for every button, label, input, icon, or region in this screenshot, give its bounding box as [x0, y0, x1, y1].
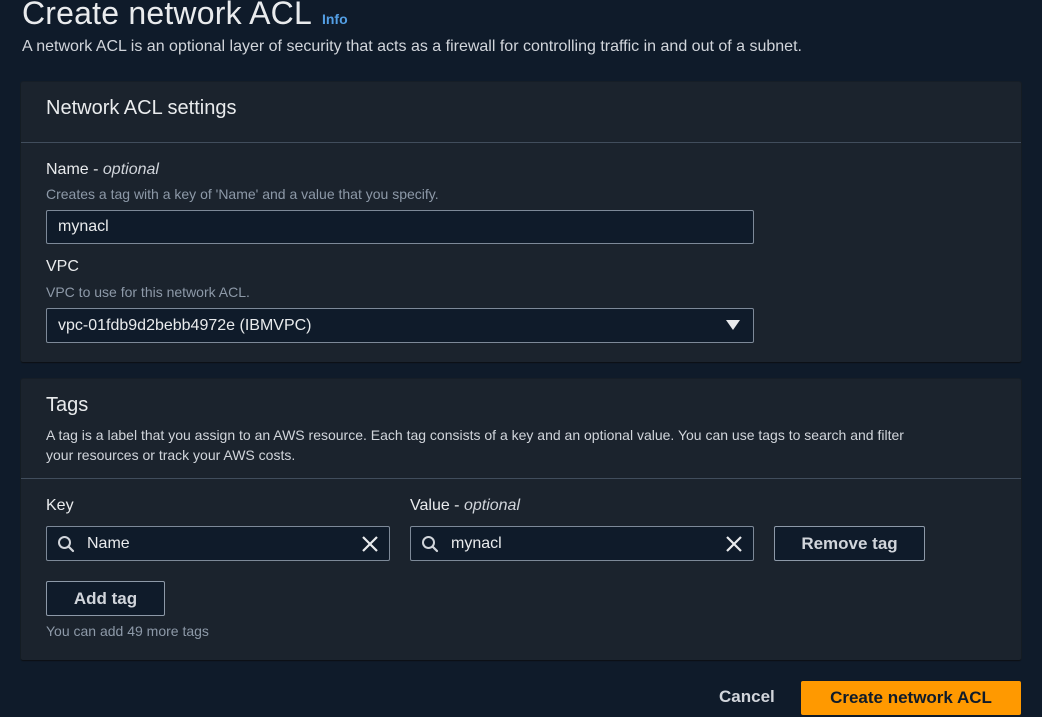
- name-label-text: Name -: [46, 161, 103, 178]
- settings-divider: [21, 142, 1021, 143]
- tags-description-line-1: A tag is a label that you assign to an A…: [46, 427, 904, 443]
- tags-description-line-2: your resources or track your AWS costs.: [46, 447, 296, 463]
- value-label-text: Value -: [410, 497, 464, 514]
- value-optional-text: optional: [463, 497, 520, 514]
- tag-key-input[interactable]: Name: [46, 526, 390, 561]
- page-description: A network ACL is an optional layer of se…: [22, 38, 802, 55]
- page-title: Create network ACL: [22, 0, 312, 31]
- page-header: Create network ACL Info A network ACL is…: [22, 0, 1022, 56]
- name-field-label: Name - optional: [46, 161, 159, 179]
- cancel-button[interactable]: Cancel: [719, 687, 775, 707]
- search-icon: [422, 536, 439, 553]
- create-network-acl-button[interactable]: Create network ACL: [801, 681, 1021, 715]
- info-link[interactable]: Info: [322, 11, 348, 27]
- clear-value-icon[interactable]: [725, 535, 743, 553]
- remove-tag-button[interactable]: Remove tag: [774, 526, 925, 561]
- search-icon: [58, 536, 75, 553]
- tag-value-input[interactable]: mynacl: [410, 526, 754, 561]
- name-input[interactable]: mynacl: [46, 210, 754, 244]
- vpc-select-value: vpc-01fdb9d2bebb4972e (IBMVPC): [58, 316, 312, 334]
- tags-divider: [21, 478, 1021, 479]
- key-column-label: Key: [46, 497, 74, 514]
- tags-description: A tag is a label that you assign to an A…: [46, 425, 904, 465]
- vpc-field-hint: VPC to use for this network ACL.: [46, 284, 250, 300]
- name-input-value: mynacl: [58, 218, 109, 235]
- vpc-field-label: VPC: [46, 258, 79, 275]
- vpc-select[interactable]: vpc-01fdb9d2bebb4972e (IBMVPC): [46, 308, 754, 343]
- caret-down-icon: [726, 320, 740, 330]
- tags-remaining-hint: You can add 49 more tags: [46, 623, 209, 639]
- tag-value-value: mynacl: [451, 534, 502, 552]
- name-field-hint: Creates a tag with a key of 'Name' and a…: [46, 186, 439, 202]
- tag-key-value: Name: [87, 534, 130, 552]
- add-tag-button[interactable]: Add tag: [46, 581, 165, 616]
- value-column-label: Value - optional: [410, 497, 520, 515]
- settings-panel-title: Network ACL settings: [46, 97, 237, 119]
- tags-panel: Tags A tag is a label that you assign to…: [21, 379, 1021, 660]
- tags-panel-title: Tags: [46, 394, 89, 416]
- clear-key-icon[interactable]: [361, 535, 379, 553]
- network-acl-settings-panel: Network ACL settings Name - optional Cre…: [21, 82, 1021, 362]
- name-optional-text: optional: [102, 161, 159, 178]
